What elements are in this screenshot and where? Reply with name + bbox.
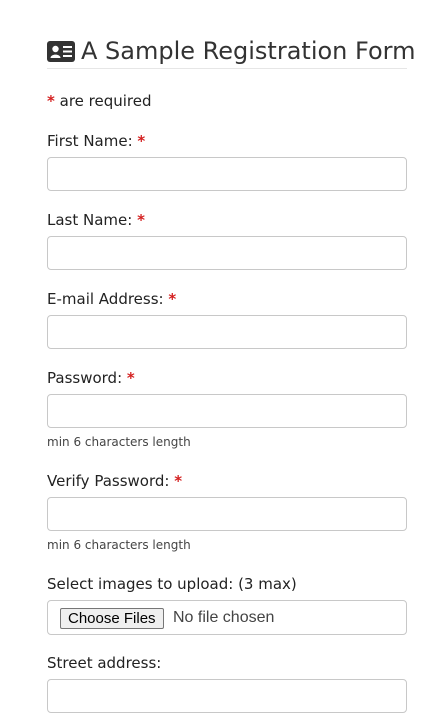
verify-password-help-text: min 6 characters length <box>47 538 191 552</box>
password-label: Password: * <box>47 368 135 388</box>
required-marker: * <box>174 472 183 490</box>
street-address-label: Street address: <box>47 654 162 672</box>
verify-password-label-text: Verify Password: <box>47 472 175 490</box>
first-name-label-text: First Name: <box>47 132 138 150</box>
choose-files-button[interactable]: Choose Files <box>60 608 164 629</box>
required-marker: * <box>137 211 145 229</box>
images-file-input[interactable]: Choose Files No file chosen <box>47 600 407 635</box>
required-note-text: are required <box>54 92 152 110</box>
form-header: A Sample Registration Form <box>47 34 415 69</box>
last-name-label: Last Name: * <box>47 210 145 230</box>
page-title: A Sample Registration Form <box>81 37 416 65</box>
required-marker: * <box>47 92 55 110</box>
email-input[interactable] <box>47 315 407 349</box>
id-card-icon <box>47 41 75 62</box>
required-marker: * <box>137 132 146 150</box>
verify-password-label: Verify Password: * <box>47 471 182 491</box>
required-note: * are required <box>47 91 152 111</box>
file-status-text: No file chosen <box>173 609 275 626</box>
first-name-label: First Name: * <box>47 131 145 151</box>
verify-password-input[interactable] <box>47 497 407 531</box>
password-label-text: Password: <box>47 369 127 387</box>
email-label-text: E-mail Address: <box>47 290 169 308</box>
images-upload-label: Select images to upload: (3 max) <box>47 575 297 593</box>
password-input[interactable] <box>47 394 407 428</box>
email-label: E-mail Address: * <box>47 289 176 309</box>
required-marker: * <box>126 369 135 387</box>
required-marker: * <box>168 290 177 308</box>
street-address-input[interactable] <box>47 679 407 713</box>
first-name-input[interactable] <box>47 157 407 191</box>
last-name-label-text: Last Name: <box>47 211 138 229</box>
password-help-text: min 6 characters length <box>47 435 191 449</box>
last-name-input[interactable] <box>47 236 407 270</box>
